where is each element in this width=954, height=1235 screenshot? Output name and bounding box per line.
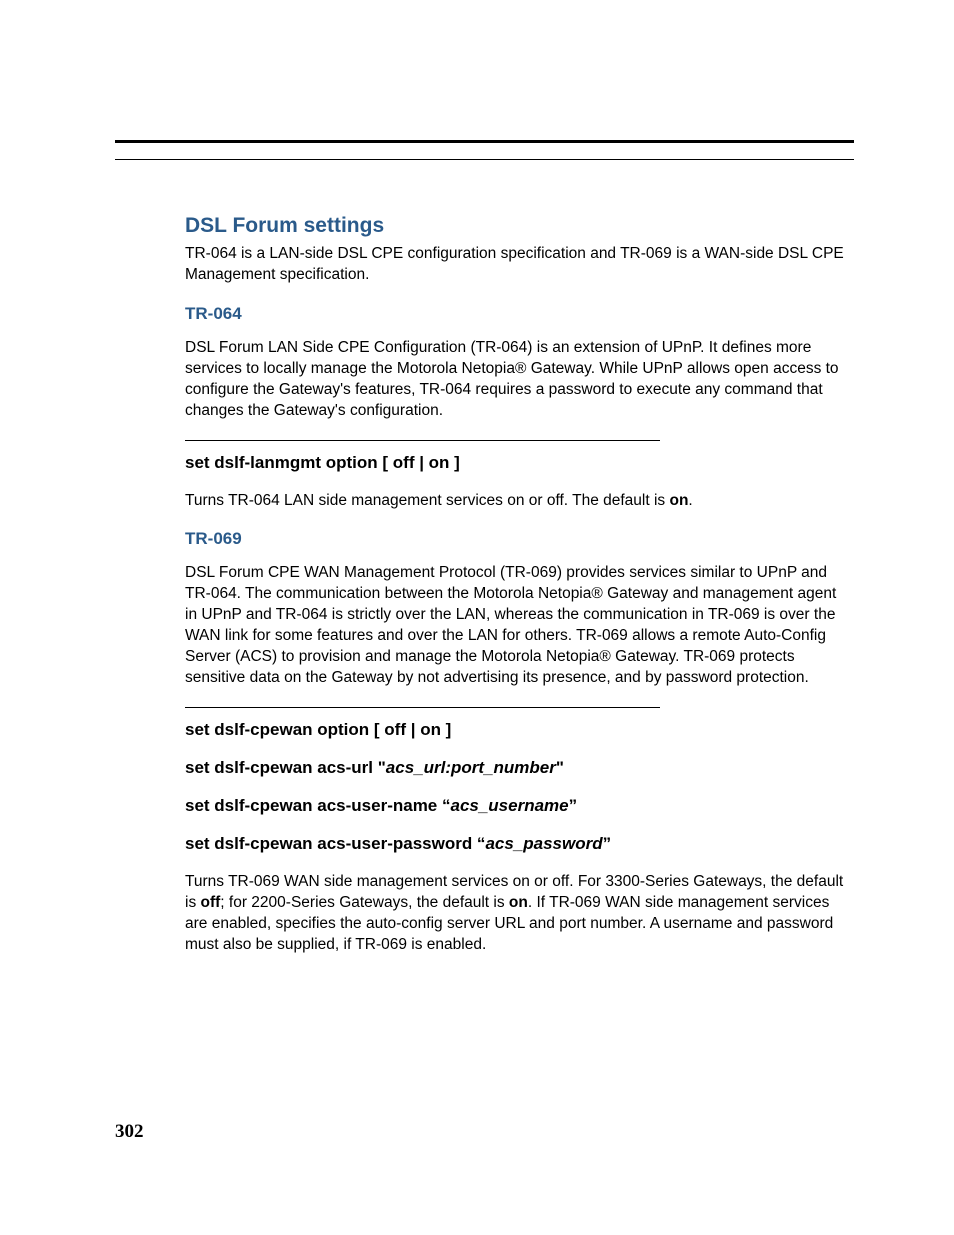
default-value-off: off (201, 894, 221, 911)
command-divider (185, 440, 660, 441)
tr069-body: DSL Forum CPE WAN Management Protocol (T… (185, 563, 844, 689)
header-rule-thick (115, 140, 854, 143)
tr064-body: DSL Forum LAN Side CPE Configuration (TR… (185, 338, 844, 422)
cmd-param: acs_password (485, 834, 602, 853)
section-intro: TR-064 is a LAN-side DSL CPE configurati… (185, 244, 844, 286)
cmd-text: set dslf-cpewan acs-user-name “ (185, 796, 450, 815)
cmd-dslf-cpewan-option: set dslf-cpewan option [ off | on ] (185, 720, 844, 740)
tr069-cmd-desc: Turns TR-069 WAN side management service… (185, 872, 844, 956)
cmd-dslf-cpewan-acs-url: set dslf-cpewan acs-url "acs_url:port_nu… (185, 758, 844, 778)
cmd-dslf-cpewan-acs-user-password: set dslf-cpewan acs-user-password “acs_p… (185, 834, 844, 854)
tr069-heading: TR-069 (185, 529, 844, 549)
text: ; for 2200-Series Gateways, the default … (220, 894, 509, 911)
command-divider (185, 707, 660, 708)
cmd-dslf-lanmgmt: set dslf-lanmgmt option [ off | on ] (185, 453, 844, 473)
tr064-cmd-desc: Turns TR-064 LAN side management service… (185, 491, 844, 512)
default-value-on: on (509, 894, 528, 911)
text: . (688, 492, 692, 509)
cmd-text: " (556, 758, 564, 777)
document-page: DSL Forum settings TR-064 is a LAN-side … (0, 0, 954, 1235)
cmd-dslf-cpewan-acs-user-name: set dslf-cpewan acs-user-name “acs_usern… (185, 796, 844, 816)
cmd-text: set dslf-cpewan acs-user-password “ (185, 834, 485, 853)
cmd-text: set dslf-cpewan acs-url " (185, 758, 386, 777)
cmd-text: ” (603, 834, 612, 853)
cmd-param: acs_url:port_number (386, 758, 556, 777)
header-rule-thin (115, 159, 854, 160)
cmd-param: acs_username (450, 796, 568, 815)
cmd-text: ” (569, 796, 578, 815)
page-number: 302 (115, 1121, 144, 1143)
page-content: DSL Forum settings TR-064 is a LAN-side … (185, 214, 844, 956)
default-value: on (669, 492, 688, 509)
section-title: DSL Forum settings (185, 214, 844, 238)
text: Turns TR-064 LAN side management service… (185, 492, 669, 509)
tr064-heading: TR-064 (185, 304, 844, 324)
